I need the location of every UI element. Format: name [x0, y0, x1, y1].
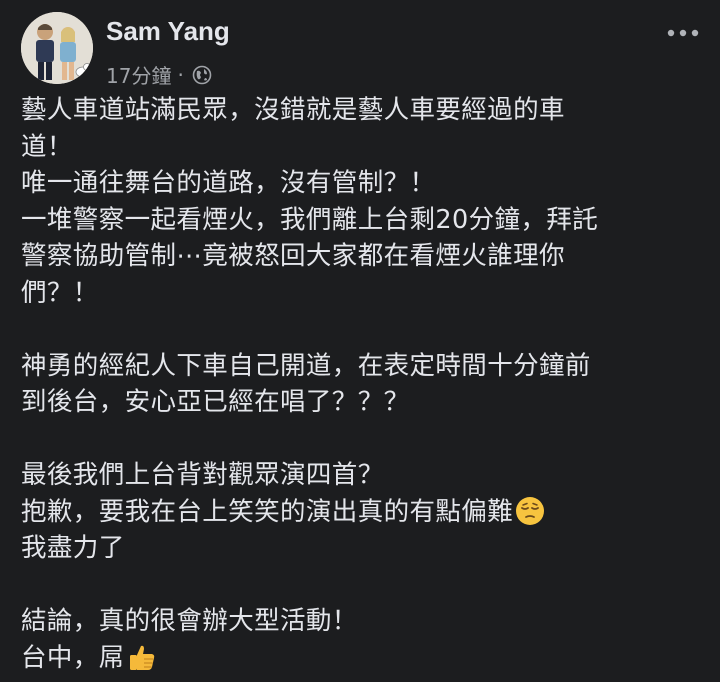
author-name[interactable]: Sam Yang: [106, 16, 230, 47]
post-text-line: 藝人車道站滿民眾，沒錯就是藝人車要經過的車: [21, 95, 565, 125]
post-text-line: 唯一通往舞台的道路，沒有管制？！: [21, 168, 436, 198]
post-meta: 17分鐘 ·: [106, 60, 212, 89]
post-text-line-with-emoji: 台中，屌: [21, 640, 711, 677]
post-text-line: 一堆警察一起看煙火，我們離上台剩20分鐘，拜託: [21, 204, 599, 235]
post-body: 藝人車道站滿民眾，沒錯就是藝人車要經過的車 道！ 唯一通往舞台的道路，沒有管制？…: [21, 92, 711, 676]
paragraph: 最後我們上台背對觀眾演四首？ 抱歉，要我在台上笑笑的演出真的有點偏難 我盡力了: [21, 457, 711, 567]
post-text-line: 最後我們上台背對觀眾演四首？: [21, 460, 384, 490]
pensive-face-emoji-icon: [516, 496, 545, 525]
paragraph: 神勇的經紀人下車自己開道，在表定時間十分鐘前 到後台，安心亞已經在唱了？？？: [21, 348, 711, 421]
thumbs-up-emoji-icon: [129, 645, 154, 670]
paragraph: 藝人車道站滿民眾，沒錯就是藝人車要經過的車 道！ 唯一通往舞台的道路，沒有管制？…: [21, 92, 711, 311]
post-text-line: 結論，真的很會辦大型活動！: [21, 606, 358, 636]
meta-separator: ·: [177, 62, 184, 87]
post-text-line: 我盡力了: [21, 533, 125, 563]
post-text: 台中，屌: [21, 642, 125, 673]
post-text-line: 警察協助管制⋯竟被怒回大家都在看煙火誰理你: [21, 241, 565, 271]
globe-icon[interactable]: [192, 65, 212, 85]
post-text-line: 到後台，安心亞已經在唱了？？？: [21, 387, 410, 417]
post-text-line: 道！: [21, 131, 73, 162]
more-options-icon[interactable]: [666, 26, 700, 40]
avatar-illustration-icon: [21, 12, 93, 84]
facebook-post: Sam Yang 17分鐘 · 藝人車道站滿民眾，沒錯就是藝人車要經過的車 道！…: [0, 0, 720, 682]
paragraph: 結論，真的很會辦大型活動！ 台中，屌: [21, 603, 711, 676]
post-text-line-with-emoji: 抱歉，要我在台上笑笑的演出真的有點偏難: [21, 494, 711, 531]
avatar[interactable]: [21, 12, 93, 84]
post-text-line: 神勇的經紀人下車自己開道，在表定時間十分鐘前: [21, 350, 591, 381]
post-text: 抱歉，要我在台上笑笑的演出真的有點偏難: [21, 496, 514, 527]
post-timestamp[interactable]: 17分鐘: [106, 60, 171, 89]
post-text-line: 們？！: [21, 277, 99, 308]
